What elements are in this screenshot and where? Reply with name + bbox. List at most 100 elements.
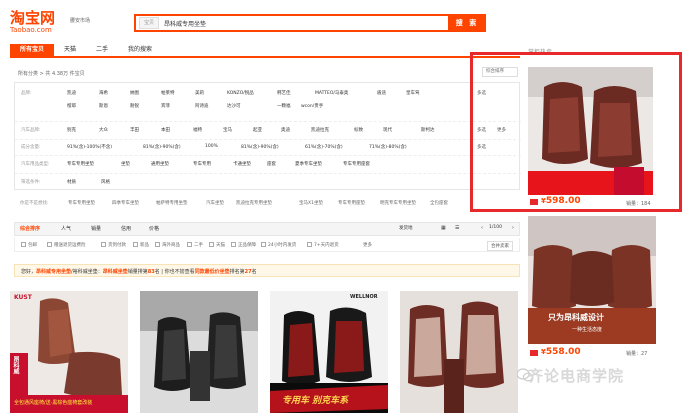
search-bar: 宝贝 昂科威专用坐垫 搜 索: [134, 14, 486, 32]
brand-item[interactable]: 皇车驾: [406, 90, 420, 96]
tab-tmall[interactable]: 天猫: [54, 44, 86, 56]
notice-rank: 83: [147, 269, 155, 275]
material-item[interactable]: 61%(含)-70%(含): [305, 144, 343, 150]
car-brand-item[interactable]: 凯迪拉克: [311, 127, 329, 133]
category-item[interactable]: 通用坐垫: [151, 161, 169, 167]
tab-all[interactable]: 所有宝贝: [10, 44, 55, 56]
category-item[interactable]: 坐垫: [121, 161, 130, 167]
car-brand-item[interactable]: 奥迪: [281, 127, 290, 133]
brand-item[interactable]: 海希: [99, 90, 108, 96]
material-item[interactable]: 81%(含)-90%(含): [143, 144, 181, 150]
filter-material-dropdown[interactable]: 材质: [67, 179, 76, 185]
search-scope-dropdown[interactable]: 宝贝: [139, 17, 160, 29]
brand-item[interactable]: 韩艺佳: [277, 90, 291, 96]
notice-highlight[interactable]: 昂科威坐垫: [103, 269, 128, 275]
brand-item[interactable]: 纳图: [130, 90, 139, 96]
related-term[interactable]: 帕萨特专用坐垫: [156, 200, 188, 206]
brand-item[interactable]: MATTEO/马泰奥: [315, 90, 348, 96]
car-brand-item[interactable]: 本田: [161, 127, 170, 133]
sort-bar: 综合排序 人气 销量 信用 价格 发货地 ▦ ☰ ‹ 1/100 ›: [14, 222, 520, 236]
filter-free-shipping[interactable]: 包邮: [21, 242, 37, 248]
notice-highlight[interactable]: 昂科威专用坐垫: [36, 269, 71, 275]
related-term[interactable]: 凯迪拉克专用坐垫: [236, 200, 272, 206]
car-brand-item[interactable]: 斯柯达: [421, 127, 435, 133]
product-card-image[interactable]: [400, 291, 518, 413]
category-item[interactable]: 座套: [267, 161, 276, 167]
brand-item[interactable]: 宾菲: [161, 103, 170, 109]
related-term[interactable]: 全包座套: [430, 200, 448, 206]
brand-item[interactable]: 凯迪: [67, 90, 76, 96]
brand-item[interactable]: 达沙可: [227, 103, 241, 109]
list-view-icon[interactable]: ☰: [455, 225, 459, 231]
category-item[interactable]: 卡通坐垫: [233, 161, 251, 167]
category-item[interactable]: 专车专用坐垫: [67, 161, 94, 167]
location-dropdown[interactable]: 发货地: [399, 225, 413, 231]
related-term[interactable]: 四季专车坐垫: [112, 200, 139, 206]
filter-genuine[interactable]: 正品保障: [231, 242, 256, 248]
related-term[interactable]: 专车专用坐垫: [68, 200, 95, 206]
brand-item[interactable]: 橙耶: [67, 103, 76, 109]
related-term[interactable]: 明克专车专用坐垫: [380, 200, 416, 206]
prev-page-icon[interactable]: ‹: [481, 225, 483, 231]
brand-item[interactable]: 盾途: [377, 90, 386, 96]
material-item[interactable]: 81%(含)-90%(含): [241, 144, 279, 150]
related-term[interactable]: 汽车坐垫: [206, 200, 224, 206]
next-page-icon[interactable]: ›: [512, 225, 514, 231]
material-item[interactable]: 71%(含)-80%(含): [369, 144, 407, 150]
tab-secondhand[interactable]: 二手: [86, 44, 118, 56]
brand-item[interactable]: 美莉: [195, 90, 204, 96]
ad-product-image[interactable]: 只为昂科威设计 一种生活态度: [528, 216, 656, 344]
material-item[interactable]: 91%(含)-100%(不含): [67, 144, 112, 150]
taobao-logo[interactable]: 淘宝网 Taobao.com: [10, 10, 65, 35]
highlight-box: [470, 52, 682, 212]
notice-text: 名 | 你也不妨查看: [154, 269, 195, 275]
car-brand-item[interactable]: 别克: [67, 127, 76, 133]
sort-price[interactable]: 价格: [149, 225, 159, 232]
car-brand-item[interactable]: 宝马: [223, 127, 232, 133]
brand-item[interactable]: KONZO/锐品: [227, 90, 254, 96]
filter-style-dropdown[interactable]: 风格: [101, 179, 110, 185]
brand-item[interactable]: 斯恩: [99, 103, 108, 109]
related-term[interactable]: 专车专用座垫: [338, 200, 365, 206]
tab-my-search[interactable]: 我的搜索: [118, 44, 162, 56]
car-brand-item[interactable]: 大众: [99, 127, 108, 133]
brand-item[interactable]: 耐锐: [130, 103, 139, 109]
brand-item[interactable]: 阿诗迪: [195, 103, 209, 109]
car-brand-item[interactable]: 现代: [383, 127, 392, 133]
category-item[interactable]: 夏季专车坐垫: [295, 161, 322, 167]
car-brand-item[interactable]: 起亚: [253, 127, 262, 133]
category-item[interactable]: 专车专用座套: [343, 161, 370, 167]
brand-item[interactable]: wcon/贵手: [301, 103, 323, 109]
sort-credit[interactable]: 信用: [121, 225, 131, 232]
brand-item[interactable]: 一颗福: [277, 103, 291, 109]
grid-view-icon[interactable]: ▦: [441, 225, 446, 231]
car-brand-item[interactable]: 丰田: [130, 127, 139, 133]
filter-24h-ship[interactable]: 24小时内发货: [261, 242, 296, 248]
search-button[interactable]: 搜 索: [448, 14, 486, 32]
merge-sellers-button[interactable]: 合并卖家: [487, 241, 513, 251]
car-brand-item[interactable]: 福特: [193, 127, 202, 133]
sort-sales[interactable]: 销量: [91, 225, 101, 232]
sort-default[interactable]: 综合排序: [20, 225, 40, 232]
car-brand-item[interactable]: 标致: [354, 127, 363, 133]
sort-popularity[interactable]: 人气: [61, 225, 71, 232]
location-selector[interactable]: 腰安市场: [70, 17, 90, 24]
filter-more[interactable]: 更多: [363, 242, 372, 248]
brand-item[interactable]: 帕莱特: [161, 90, 175, 96]
filter-return-insurance[interactable]: 赠送退货运费险: [47, 242, 86, 248]
ad-caption: 只为昂科威设计: [548, 313, 604, 322]
material-item[interactable]: 100%: [205, 144, 218, 149]
filter-tmall[interactable]: 天猫: [209, 242, 225, 248]
product-card-image[interactable]: KUST 昂科威 全包通风座椅/送·黑棕色座椅套改装: [10, 291, 128, 413]
filter-7day-return[interactable]: 7+天内退货: [307, 242, 339, 248]
category-item[interactable]: 专车专用: [193, 161, 211, 167]
filter-new[interactable]: 新品: [133, 242, 149, 248]
product-card-image[interactable]: WELLNOR 专用车 别克车系: [270, 291, 388, 413]
search-input[interactable]: 昂科威专用坐垫: [164, 19, 472, 28]
filter-secondhand[interactable]: 二手: [187, 242, 203, 248]
filter-overseas[interactable]: 海外商品: [155, 242, 180, 248]
notice-highlight[interactable]: 同款最低价坐垫: [195, 269, 230, 275]
related-term[interactable]: 宝马X1坐垫: [299, 200, 323, 206]
filter-cod[interactable]: 货到付款: [101, 242, 126, 248]
product-card-image[interactable]: [140, 291, 258, 413]
